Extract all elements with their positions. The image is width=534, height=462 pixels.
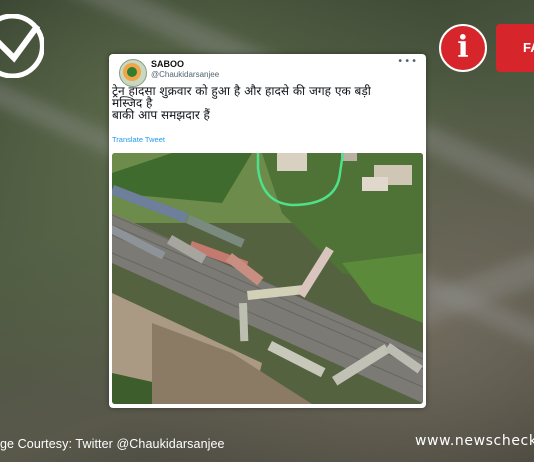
user-handle[interactable]: @Chaukidarsanjee — [151, 70, 219, 79]
info-alert-icon: i — [439, 24, 487, 72]
tweet-text: ट्रेन हादसा शुक्रवार को हुआ है और हादसे … — [112, 85, 422, 121]
display-name[interactable]: SABOO — [151, 59, 184, 69]
tweet-card: SABOO @Chaukidarsanjee ••• ट्रेन हादसा श… — [109, 54, 426, 408]
tweet-line: ट्रेन हादसा शुक्रवार को हुआ है और हादसे … — [112, 84, 371, 98]
tweet-line: बाकी आप समझदार हैं — [112, 108, 210, 122]
site-url[interactable]: www.newscheckc — [415, 433, 534, 449]
fact-check-badge: FA — [496, 24, 534, 72]
tweet-photo[interactable] — [112, 153, 423, 404]
image-courtesy-caption: ge Courtesy: Twitter @Chaukidarsanjee — [0, 437, 225, 451]
aerial-train-crash-image — [112, 153, 423, 404]
newschecker-logo-icon — [0, 14, 44, 78]
more-options-icon[interactable]: ••• — [397, 56, 418, 67]
avatar[interactable] — [119, 59, 147, 87]
translate-tweet-link[interactable]: Translate Tweet — [112, 135, 165, 144]
